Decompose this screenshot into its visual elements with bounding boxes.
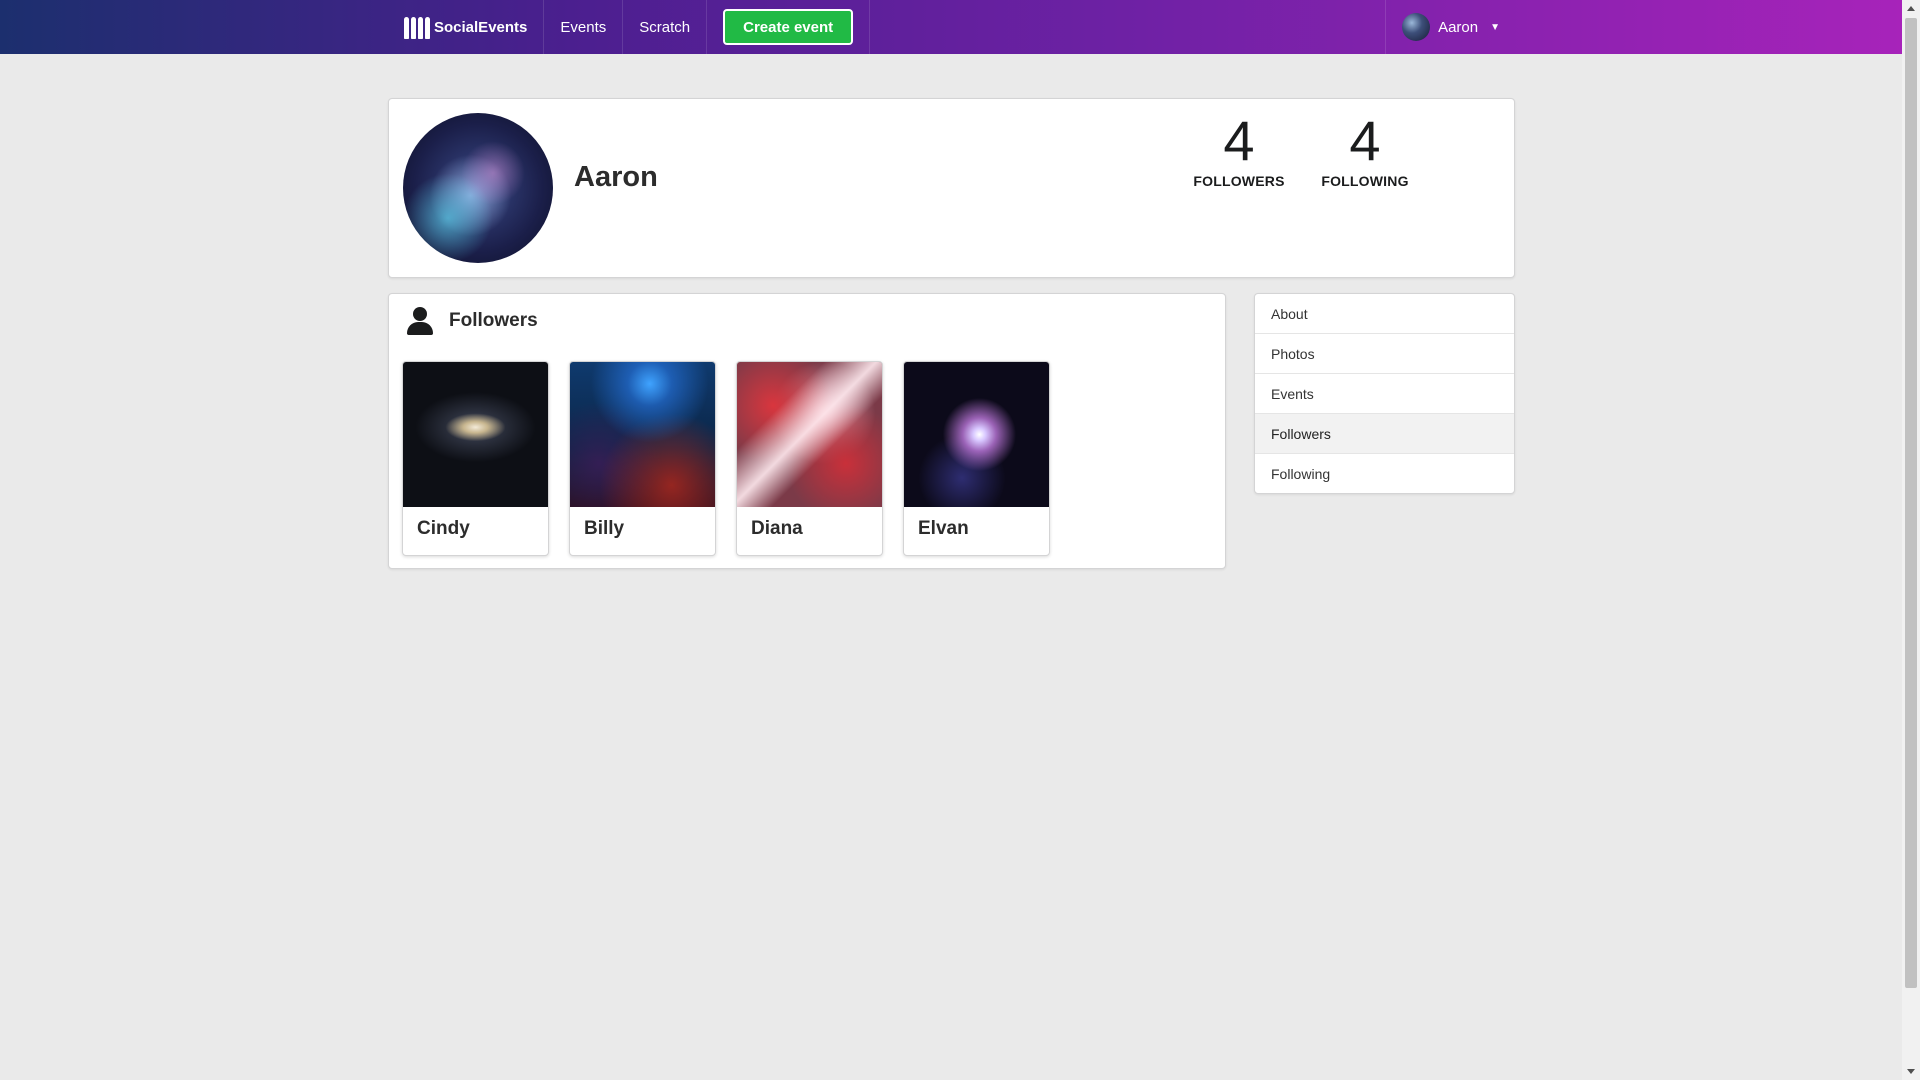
follower-photo[interactable] (570, 362, 715, 507)
followers-stat: 4 FOLLOWERS (1189, 109, 1289, 189)
user-avatar (1402, 13, 1431, 41)
nav-link-events[interactable]: Events (544, 0, 624, 54)
brand-link[interactable]: SocialEvents (388, 0, 545, 54)
follower-photo[interactable] (403, 362, 548, 507)
followers-panel: Followers Cindy Billy Diana Elvan (388, 293, 1226, 569)
followers-panel-title: Followers (449, 310, 538, 331)
brand-name: SocialEvents (434, 18, 528, 36)
scrollbar-thumb[interactable] (1905, 18, 1917, 988)
menu-item-followers[interactable]: Followers (1255, 414, 1514, 454)
followers-panel-header: Followers (405, 306, 538, 336)
follower-card-billy[interactable]: Billy (569, 361, 716, 556)
follower-photo[interactable] (737, 362, 882, 507)
follower-name[interactable]: Diana (737, 507, 882, 551)
profile-name: Aaron (574, 161, 658, 193)
followers-stat-label: FOLLOWERS (1193, 173, 1285, 189)
follower-grid: Cindy Billy Diana Elvan (402, 361, 1050, 556)
menu-item-about[interactable]: About (1255, 294, 1514, 334)
follower-photo[interactable] (904, 362, 1049, 507)
user-menu-dropdown[interactable]: Aaron ▼ (1385, 0, 1516, 54)
top-navbar: SocialEvents Events Scratch Create event… (0, 0, 1902, 54)
following-stat: 4 FOLLOWING (1315, 109, 1415, 189)
follower-name[interactable]: Cindy (403, 507, 548, 551)
page-scrollbar[interactable] (1902, 0, 1920, 1080)
scroll-up-icon[interactable] (1902, 0, 1920, 18)
follower-card-diana[interactable]: Diana (736, 361, 883, 556)
navbar-inner: SocialEvents Events Scratch Create event… (388, 0, 1516, 54)
follower-name[interactable]: Elvan (904, 507, 1049, 551)
menu-item-events[interactable]: Events (1255, 374, 1514, 414)
create-event-button[interactable]: Create event (723, 9, 854, 45)
following-stat-label: FOLLOWING (1321, 173, 1409, 189)
create-event-wrapper: Create event (707, 0, 871, 54)
follower-name[interactable]: Billy (570, 507, 715, 551)
user-menu-name: Aaron (1438, 18, 1479, 36)
profile-avatar (403, 113, 553, 263)
brand-logo-icon (404, 15, 430, 39)
menu-item-following[interactable]: Following (1255, 454, 1514, 493)
menu-item-photos[interactable]: Photos (1255, 334, 1514, 374)
profile-header-card: Aaron 4 FOLLOWERS 4 FOLLOWING (388, 98, 1515, 278)
chevron-down-icon: ▼ (1490, 21, 1500, 33)
user-icon (405, 306, 435, 336)
scroll-down-icon[interactable] (1902, 1062, 1920, 1080)
followers-count: 4 (1223, 109, 1255, 172)
profile-side-menu: About Photos Events Followers Following (1254, 293, 1515, 494)
following-count: 4 (1349, 109, 1381, 172)
follower-card-elvan[interactable]: Elvan (903, 361, 1050, 556)
follower-card-cindy[interactable]: Cindy (402, 361, 549, 556)
nav-link-scratch[interactable]: Scratch (623, 0, 708, 54)
